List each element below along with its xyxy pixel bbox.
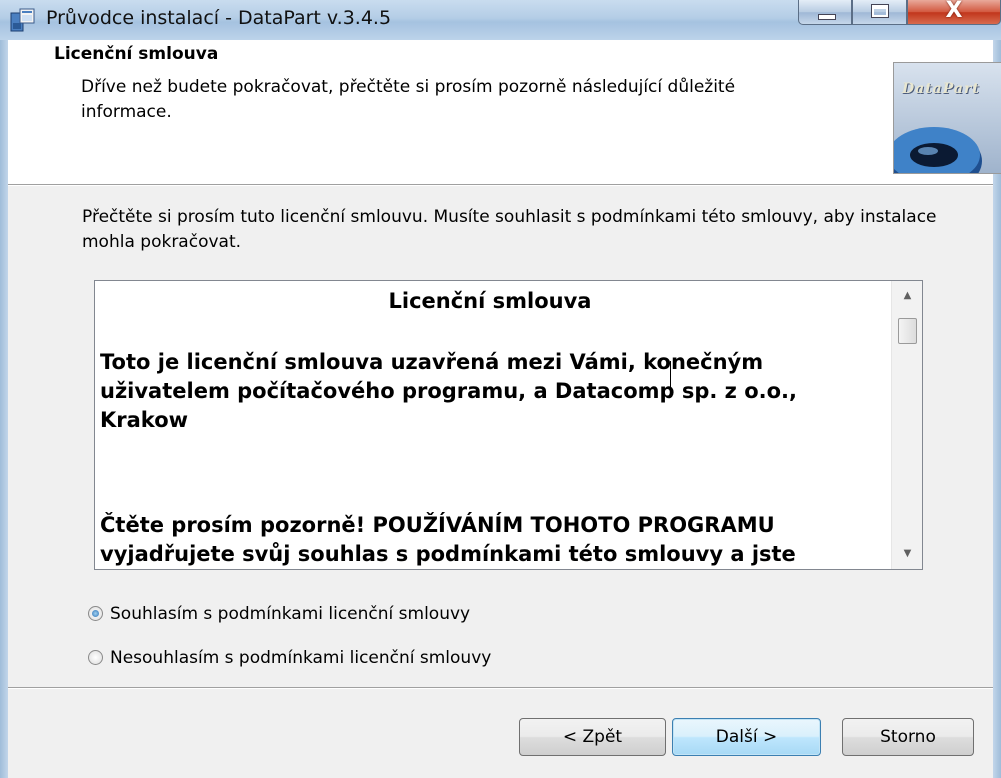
back-button[interactable]: < Zpět — [519, 718, 666, 756]
header-divider-highlight — [8, 185, 993, 186]
radio-button[interactable] — [88, 650, 103, 665]
nut-graphic — [894, 127, 982, 173]
license-heading: Licenční smlouva — [388, 289, 592, 313]
footer-divider-highlight — [8, 688, 993, 689]
radio-button-selected[interactable] — [88, 606, 103, 621]
close-button[interactable]: X — [907, 0, 1001, 25]
license-paragraph: Čtěte prosím pozorně! POUŽÍVÁNÍM TOHOTO … — [100, 513, 796, 566]
license-scrollbar[interactable]: ▲ ▼ — [891, 281, 922, 569]
scroll-down-arrow-icon[interactable]: ▼ — [892, 539, 922, 569]
license-paragraph: Toto je licenční smlouva uzavřená mezi V… — [100, 350, 797, 432]
radio-dot-icon — [92, 610, 99, 617]
page-title: Licenční smlouva — [54, 44, 219, 64]
window-frame-left — [0, 40, 8, 778]
scroll-up-arrow-icon[interactable]: ▲ — [892, 281, 922, 311]
text-cursor-icon — [670, 361, 671, 391]
maximize-icon — [871, 4, 889, 18]
page-description: Dříve než budete pokračovat, přečtěte si… — [81, 77, 736, 122]
cancel-button[interactable]: Storno — [842, 718, 974, 756]
scroll-thumb[interactable] — [898, 318, 917, 344]
minimize-button[interactable] — [798, 0, 852, 25]
installer-icon — [10, 8, 35, 32]
intro-text: Přečtěte si prosím tuto licenční smlouvu… — [82, 207, 937, 252]
datapart-logo: DataPart — [893, 62, 1001, 174]
logo-text: DataPart — [902, 81, 980, 97]
close-icon: X — [945, 0, 963, 23]
title-bar[interactable]: Průvodce instalací - DataPart v.3.4.5 X — [0, 0, 1001, 41]
next-button[interactable]: Další > — [672, 718, 821, 756]
accept-license-label[interactable]: Souhlasím s podmínkami licenční smlouvy — [110, 604, 470, 624]
minimize-icon — [818, 14, 836, 20]
window-title: Průvodce instalací - DataPart v.3.4.5 — [46, 7, 392, 29]
decline-license-label[interactable]: Nesouhlasím s podmínkami licenční smlouv… — [110, 648, 491, 668]
maximize-button[interactable] — [852, 0, 907, 25]
license-text-box[interactable]: Licenční smlouva Toto je licenční smlouv… — [94, 280, 923, 570]
